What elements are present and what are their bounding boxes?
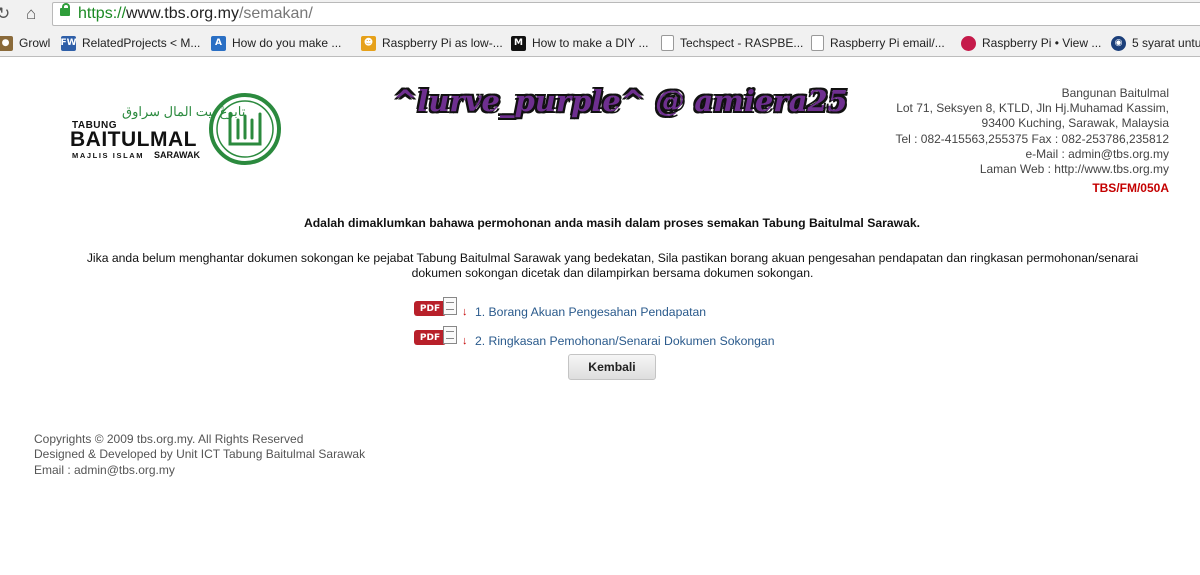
baitulmal-logo: تابوڠ بيت المال سراوق TABUNG BAITULMAL M…: [70, 92, 290, 170]
bookmark-item[interactable]: ● Growl: [0, 34, 50, 52]
bookmark-label: Raspberry Pi as low-...: [382, 36, 503, 50]
bookmark-item[interactable]: Techspect - RASPBE...: [661, 34, 803, 52]
url-path: /semakan/: [238, 5, 313, 22]
doc-link-ringkasan[interactable]: PDF ↓ 2. Ringkasan Pemohonan/Senarai Dok…: [414, 326, 774, 348]
home-icon[interactable]: ⌂: [26, 4, 36, 24]
bookmark-label: Techspect - RASPBE...: [680, 36, 804, 50]
bookmark-label: How to make a DIY ...: [532, 36, 649, 50]
pdf-badge: PDF: [414, 330, 446, 345]
bookmark-item[interactable]: Raspberry Pi • View ...: [961, 34, 1101, 52]
medium-icon: M: [511, 35, 526, 51]
logo-seal-icon: [209, 93, 281, 165]
bookmarks-bar: ● Growl FW RelatedProjects < M... A How do …: [0, 30, 1200, 57]
fw-icon: FW: [60, 35, 77, 51]
page-footer: Copyrights © 2009 tbs.org.my. All Rights…: [34, 432, 365, 478]
bookmark-label: 5 syarat untu: [1132, 36, 1200, 50]
bookmark-item[interactable]: ◉ 5 syarat untu: [1111, 34, 1200, 52]
footer-copyright: Copyrights © 2009 tbs.org.my. All Rights…: [34, 432, 304, 446]
address-line: Laman Web : http://www.tbs.org.my: [979, 162, 1169, 177]
page-icon: [811, 35, 824, 51]
bookmark-label: Growl: [19, 36, 51, 50]
bookmark-label: Raspberry Pi • View ...: [982, 36, 1102, 50]
bookmark-label: RelatedProjects < M...: [82, 36, 201, 50]
bookmark-item[interactable]: M How to make a DIY ...: [511, 34, 649, 52]
logo-main-text: BAITULMAL: [70, 128, 197, 151]
url-protocol: https://: [78, 5, 127, 22]
bookmark-label: Raspberry Pi email/...: [830, 36, 945, 50]
pdf-download-icon[interactable]: PDF ↓: [414, 297, 470, 319]
footer-email: Email : admin@tbs.org.my: [34, 462, 175, 477]
instructables-icon: ☻: [361, 35, 376, 51]
raspberry-icon: [961, 35, 976, 51]
footer-credits: Designed & Developed by Unit ICT Tabung …: [34, 447, 366, 462]
doc-link-akuan[interactable]: PDF ↓ 1. Borang Akuan Pengesahan Pendapa…: [414, 297, 706, 319]
document-icon: [443, 297, 457, 315]
browser-toolbar: ↻ ⌂ https://www.tbs.org.my/semakan/: [0, 0, 1200, 30]
pdf-download-icon[interactable]: PDF ↓: [414, 326, 470, 348]
bookmark-item[interactable]: A How do you make ...: [211, 34, 341, 52]
logo-sub-text: MAJLIS ISLAM: [72, 151, 145, 160]
bookmark-item[interactable]: Raspberry Pi email/...: [811, 34, 945, 52]
contact-address: Bangunan Baitulmal Lot 71, Seksyen 8, KT…: [895, 86, 1169, 196]
form-code: TBS/FM/050A: [1092, 181, 1169, 196]
url-text[interactable]: https://www.tbs.org.my/semakan/: [78, 5, 313, 23]
address-line: Lot 71, Seksyen 8, KTLD, Jln Hj.Muhamad …: [896, 101, 1169, 116]
address-line: Tel : 082-415563,255375 Fax : 082-253786…: [895, 131, 1169, 146]
instruction-text: Jika anda belum menghantar dokumen sokon…: [86, 251, 1139, 281]
download-arrow-icon: ↓: [462, 335, 468, 347]
address-line: 93400 Kuching, Sarawak, Malaysia: [981, 116, 1169, 131]
doc-link-label[interactable]: 2. Ringkasan Pemohonan/Senarai Dokumen S…: [475, 334, 774, 348]
document-icon: [443, 326, 457, 344]
ask-icon: A: [211, 35, 226, 51]
growl-icon: ●: [0, 35, 13, 51]
status-notice: Adalah dimaklumkan bahawa permohonan and…: [303, 216, 921, 230]
address-bar[interactable]: https://www.tbs.org.my/semakan/: [52, 2, 1200, 26]
pdf-badge: PDF: [414, 301, 446, 316]
doc-link-label[interactable]: 1. Borang Akuan Pengesahan Pendapatan: [475, 305, 706, 319]
lock-icon: [60, 3, 70, 16]
address-line: e-Mail : admin@tbs.org.my: [1025, 146, 1169, 161]
reload-icon[interactable]: ↻: [0, 4, 10, 24]
logo-sub2-text: SARAWAK: [154, 150, 201, 160]
address-line: Bangunan Baitulmal: [1061, 86, 1169, 100]
bookmark-item[interactable]: FW RelatedProjects < M...: [60, 34, 201, 52]
back-button[interactable]: Kembali: [568, 354, 656, 380]
globe-icon: ◉: [1111, 35, 1126, 51]
bookmark-label: How do you make ...: [232, 36, 342, 50]
bookmark-item[interactable]: ☻ Raspberry Pi as low-...: [361, 34, 503, 52]
overlay-signature-text: ^lurve_purple^ @ amiera25: [393, 84, 848, 118]
url-host: www.tbs.org.my: [126, 5, 239, 22]
page-icon: [661, 35, 674, 51]
download-arrow-icon: ↓: [462, 306, 468, 318]
